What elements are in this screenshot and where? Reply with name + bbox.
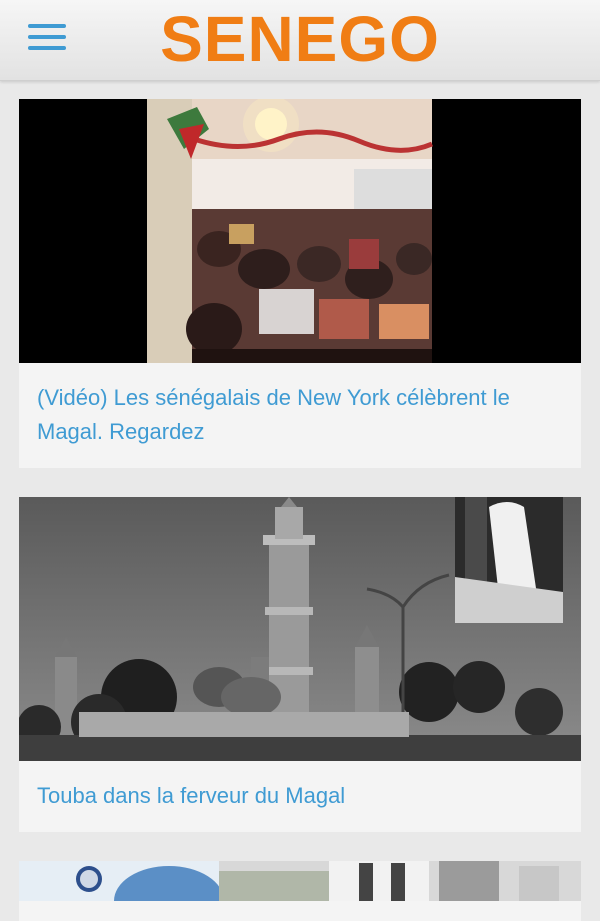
hamburger-menu-icon[interactable] [28, 22, 66, 52]
article-card[interactable]: Touba dans la ferveur du Magal [19, 497, 581, 832]
article-card[interactable]: (Vidéo) Les sénégalais de New York célèb… [19, 99, 581, 468]
article-image[interactable] [19, 99, 581, 363]
article-image[interactable] [19, 497, 581, 761]
app-logo[interactable]: SENEGO [132, 4, 468, 74]
article-card[interactable] [19, 861, 581, 921]
article-image[interactable] [19, 861, 581, 901]
article-title[interactable]: Touba dans la ferveur du Magal [37, 779, 563, 813]
top-bar: SENEGO [0, 0, 600, 81]
article-title[interactable]: (Vidéo) Les sénégalais de New York célèb… [37, 381, 563, 449]
